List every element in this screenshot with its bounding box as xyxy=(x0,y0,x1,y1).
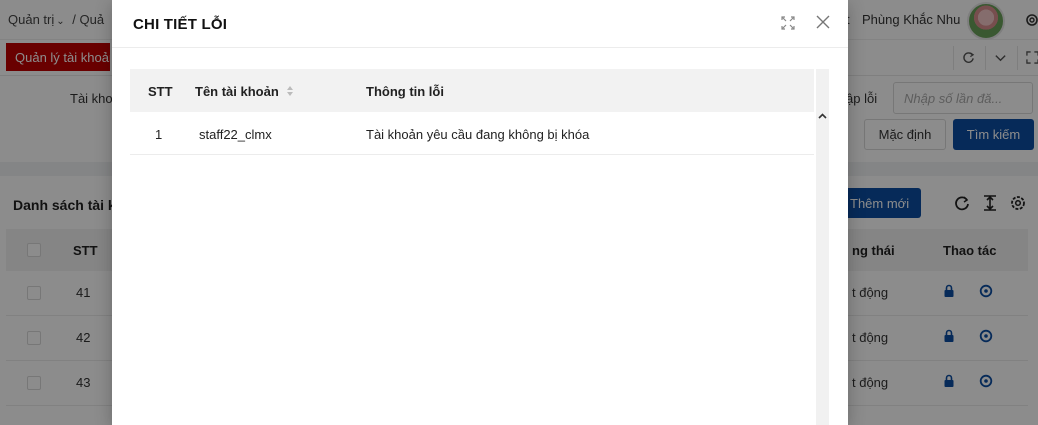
error-detail-modal: CHI TIẾT LỖI STT Tên tài khoản Thông tin… xyxy=(112,0,848,425)
error-table-header: STT Tên tài khoản Thông tin lỗi xyxy=(130,69,814,112)
expand-icon[interactable] xyxy=(781,16,795,30)
table-row: 1 staff22_clmx Tài khoản yêu cầu đang kh… xyxy=(130,112,814,155)
scroll-up-icon[interactable] xyxy=(818,113,827,119)
row-error-info: Tài khoản yêu cầu đang không bị khóa xyxy=(366,127,590,142)
row-stt: 1 xyxy=(155,127,163,142)
col-stt: STT xyxy=(148,84,173,99)
modal-scrollbar[interactable] xyxy=(816,69,829,425)
sort-icon[interactable] xyxy=(286,85,294,97)
modal-header: CHI TIẾT LỖI xyxy=(112,0,848,48)
close-icon[interactable] xyxy=(816,15,830,29)
col-error-info: Thông tin lỗi xyxy=(366,84,444,99)
col-account-name[interactable]: Tên tài khoản xyxy=(195,84,279,99)
modal-title: CHI TIẾT LỖI xyxy=(133,16,228,33)
row-account-name: staff22_clmx xyxy=(199,127,272,142)
